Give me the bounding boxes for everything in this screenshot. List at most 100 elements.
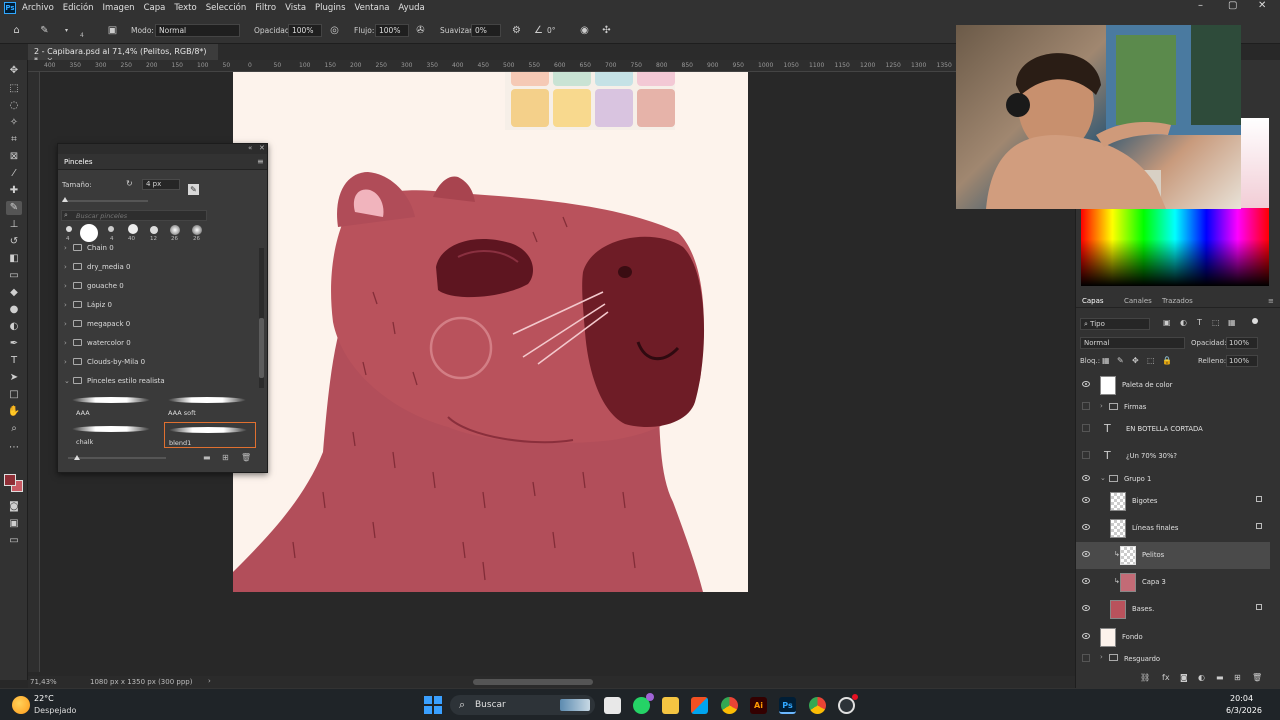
quick-mask-icon[interactable]: ◙ (6, 500, 22, 514)
brush-folder[interactable]: › megapack 0 (58, 315, 258, 334)
gear-icon[interactable]: ⚙ (510, 24, 523, 37)
move-tool-icon[interactable]: ✥ (6, 64, 22, 78)
visibility-eye-icon[interactable] (1082, 381, 1090, 387)
brush-size-input[interactable]: 4 px (142, 179, 180, 190)
blur-tool-icon[interactable]: ◆ (6, 286, 22, 300)
lock-all-icon[interactable]: 🔒 (1162, 356, 1172, 365)
lasso-tool-icon[interactable]: ◌ (6, 99, 22, 113)
more-tools-icon[interactable]: ⋯ (6, 441, 22, 455)
filter-smart-icon[interactable]: ▦ (1228, 318, 1236, 327)
task-view-icon[interactable] (604, 697, 621, 714)
chevron-down-icon[interactable]: ⌄ (1100, 474, 1106, 482)
opacity-input[interactable]: 100% (288, 24, 322, 37)
tab-channels[interactable]: Canales (1124, 297, 1152, 305)
brushes-panel-title[interactable]: Pinceles (64, 158, 93, 166)
chrome-profile-icon[interactable] (809, 697, 826, 714)
zoom-tool-icon[interactable]: ⌕ (6, 422, 22, 436)
new-folder-icon[interactable]: ▬ (203, 453, 211, 462)
recent-brush-tip[interactable] (108, 226, 114, 232)
visibility-eye-icon[interactable] (1082, 633, 1090, 639)
text-layer-row[interactable]: T EN BOTELLA CORTADA (1076, 416, 1270, 443)
share-icon[interactable]: ▭ (6, 534, 22, 548)
brush-folder[interactable]: › Chain 0 (58, 244, 258, 258)
history-brush-icon[interactable]: ↺ (6, 235, 22, 249)
recent-brush-tip[interactable] (80, 224, 98, 242)
tab-paths[interactable]: Trazados (1162, 297, 1193, 305)
brush-folder[interactable]: › watercolor 0 (58, 334, 258, 353)
preview-size-slider[interactable] (68, 457, 166, 459)
new-group-icon[interactable]: ▬ (1216, 673, 1224, 682)
maximize-icon[interactable]: ▢ (1228, 0, 1237, 11)
mode-select[interactable]: Normal (155, 24, 240, 37)
windows-start-icon[interactable] (424, 696, 442, 714)
layer-row[interactable]: Bases. (1076, 596, 1270, 623)
fill-input[interactable]: 100% (1226, 355, 1258, 367)
eyedropper-icon[interactable]: ⁄ (6, 167, 22, 181)
magic-wand-icon[interactable]: ✧ (6, 116, 22, 130)
document-info[interactable]: 1080 px x 1350 px (300 ppp) (90, 678, 192, 686)
menu-imagen[interactable]: Imagen (103, 3, 135, 13)
menu-vista[interactable]: Vista (285, 3, 306, 13)
brush-folder[interactable]: › gouache 0 (58, 277, 258, 296)
frame-tool-icon[interactable]: ⊠ (6, 150, 22, 164)
reset-size-icon[interactable]: ↻ (126, 179, 133, 188)
brush-preset[interactable]: chalk (68, 422, 160, 448)
taskbar-search-box[interactable]: ⌕ Buscar (450, 695, 595, 715)
document-tab[interactable]: 2 - Capibara.psd al 71,4% (Pelitos, RGB/… (28, 44, 218, 65)
brush-preset-picker[interactable]: ▾ (60, 24, 73, 37)
brush-search-field[interactable]: ⌕ Buscar pinceles (61, 210, 207, 221)
layer-row[interactable]: Fondo (1076, 624, 1270, 651)
eraser-tool-icon[interactable]: ◧ (6, 252, 22, 266)
smoothing-input[interactable]: 0% (471, 24, 501, 37)
weather-icon[interactable] (12, 696, 30, 714)
symmetry-icon[interactable]: ✣ (600, 24, 613, 37)
size-slider-track[interactable] (62, 200, 148, 202)
add-mask-icon[interactable]: ◙ (1180, 673, 1188, 682)
filter-toggle[interactable] (1252, 318, 1258, 324)
visibility-eye-icon[interactable] (1082, 475, 1090, 481)
brush-preset[interactable]: AAA (68, 393, 160, 419)
clone-stamp-icon[interactable]: ⊥ (6, 218, 22, 232)
menu-capa[interactable]: Capa (144, 3, 166, 13)
dodge-tool-alt-icon[interactable]: ◐ (6, 320, 22, 334)
photoshop-taskbar-icon[interactable]: Ps (779, 697, 796, 714)
panel-menu-icon[interactable]: ≡ (1268, 297, 1274, 305)
pen-tool-icon[interactable]: ✒ (6, 337, 22, 351)
screen-mode-icon[interactable]: ▣ (6, 517, 22, 531)
brush-tool-icon[interactable]: ✎ (38, 24, 51, 37)
recent-brush-tip[interactable] (192, 225, 202, 235)
gradient-tool-icon[interactable]: ▭ (6, 269, 22, 283)
visibility-eye-icon[interactable] (1082, 605, 1090, 611)
menu-filtro[interactable]: Filtro (255, 3, 276, 13)
crop-tool-icon[interactable]: ⌗ (6, 133, 22, 147)
chrome-icon[interactable] (721, 697, 738, 714)
document-canvas[interactable] (233, 72, 748, 592)
tab-layers[interactable]: Capas (1082, 297, 1104, 305)
dodge-tool-icon[interactable]: ● (6, 303, 22, 317)
brush-folder-expanded[interactable]: ⌄ Pinceles estilo realista (58, 372, 258, 391)
menu-seleccion[interactable]: Selección (206, 3, 247, 13)
size-slider-handle[interactable] (62, 197, 68, 202)
marquee-tool-icon[interactable]: ⬚ (6, 82, 22, 96)
recent-brush-tip[interactable] (150, 226, 158, 234)
layer-group-row[interactable]: › Resguardo (1076, 648, 1270, 666)
pressure-opacity-icon[interactable]: ◎ (328, 24, 341, 37)
chevron-right-icon[interactable]: › (208, 677, 211, 685)
clock-time[interactable]: 20:04 (1230, 694, 1253, 703)
lock-artboard-icon[interactable]: ⬚ (1147, 356, 1155, 365)
color-picker-saturation[interactable] (1241, 118, 1269, 208)
weather-temperature[interactable]: 22°C (34, 694, 54, 703)
clock-date[interactable]: 6/3/2026 (1226, 706, 1262, 715)
brush-folder[interactable]: › dry_media 0 (58, 258, 258, 277)
menu-texto[interactable]: Texto (174, 3, 196, 13)
delete-layer-icon[interactable]: 🗑 (1252, 673, 1262, 682)
layer-row[interactable]: ↳ Capa 3 (1076, 569, 1270, 596)
layer-opacity-input[interactable]: 100% (1226, 337, 1258, 349)
menu-plugins[interactable]: Plugins (315, 3, 345, 13)
brush-tool-active-icon[interactable]: ✎ (6, 201, 22, 215)
healing-brush-icon[interactable]: ✚ (6, 184, 22, 198)
visibility-off-box[interactable] (1082, 654, 1090, 662)
recent-brush-tip[interactable] (128, 224, 138, 234)
rectangle-tool-icon[interactable]: □ (6, 388, 22, 402)
folder-list-scrollbar[interactable] (259, 248, 264, 388)
